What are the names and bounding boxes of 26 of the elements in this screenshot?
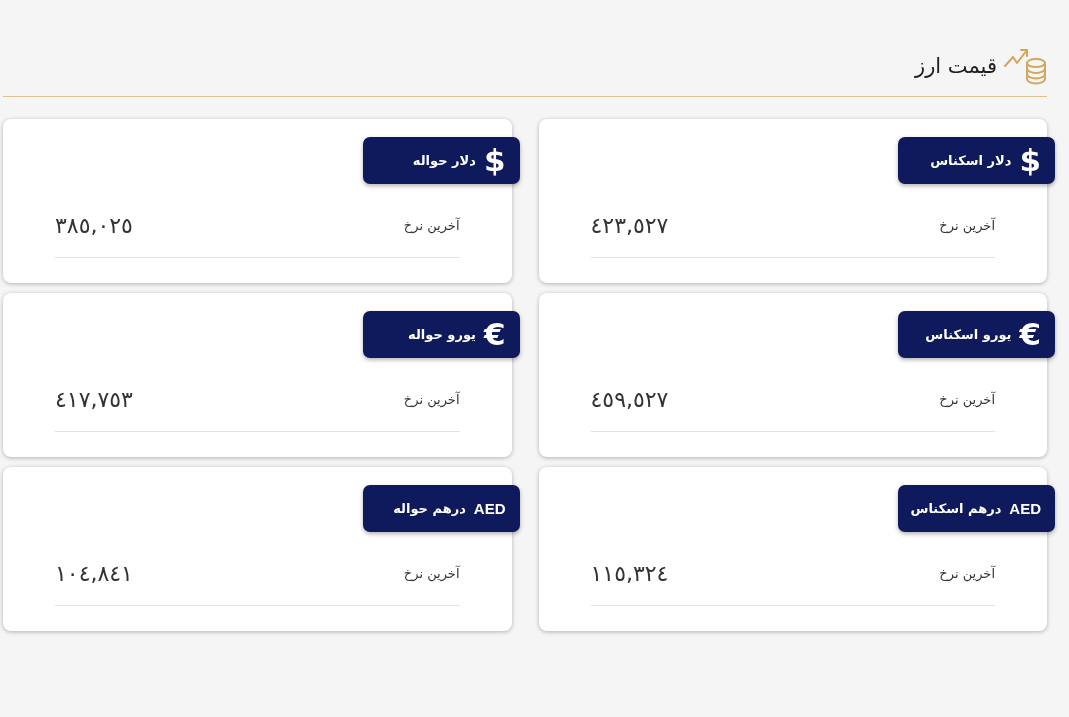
rate-value: ١٠٤,٨٤١ bbox=[55, 560, 133, 586]
rate-value: ٤١٧,٧٥٣ bbox=[55, 386, 133, 412]
rate-label: آخرین نرخ bbox=[403, 391, 460, 407]
currency-symbol: AED bbox=[473, 501, 506, 516]
rate-label: آخرین نرخ bbox=[403, 565, 460, 581]
coin-stack-arrow-icon bbox=[1003, 46, 1047, 86]
currency-name: یورو حواله bbox=[408, 327, 476, 342]
page-title: قیمت ارز bbox=[915, 53, 997, 80]
currency-name: دلار اسکناس bbox=[930, 153, 1012, 168]
rate-label: آخرین نرخ bbox=[939, 391, 995, 407]
currency-symbol: AED bbox=[1009, 501, 1041, 516]
rate-label: آخرین نرخ bbox=[403, 217, 460, 233]
rate-label: آخرین نرخ bbox=[939, 217, 995, 233]
currency-symbol: $ bbox=[483, 145, 506, 176]
rate-value: ٤٢٣,٥٢٧ bbox=[590, 212, 669, 238]
currency-symbol: € bbox=[483, 319, 506, 350]
currency-name: درهم اسکناس bbox=[910, 501, 1002, 516]
currency-symbol: € bbox=[1019, 319, 1041, 350]
rate-value: ٣٨٥,٠٢٥ bbox=[55, 212, 133, 238]
currency-name: یورو اسکناس bbox=[925, 327, 1012, 342]
currency-name: دلار حواله bbox=[412, 153, 476, 168]
currency-name: درهم حواله bbox=[393, 501, 466, 516]
rate-value: ١١٥,٣٢٤ bbox=[590, 560, 669, 586]
currency-symbol: $ bbox=[1019, 145, 1041, 176]
rate-value: ٤٥٩,٥٢٧ bbox=[590, 386, 669, 412]
rate-label: آخرین نرخ bbox=[939, 565, 995, 581]
